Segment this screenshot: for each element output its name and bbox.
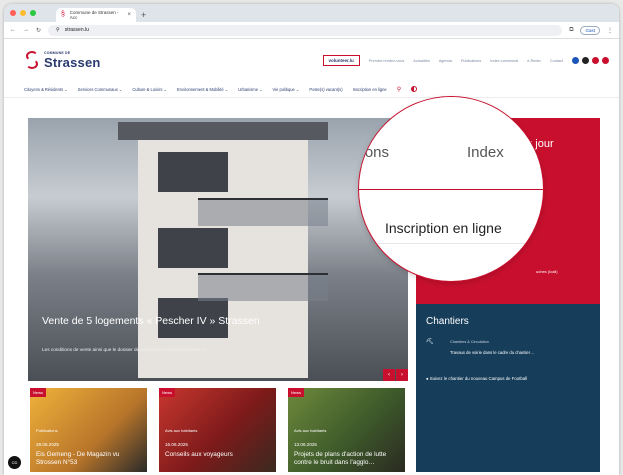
facebook-icon[interactable]: [572, 57, 579, 64]
chantiers-link[interactable]: ● Suivez le chantier du nouveau Campus d…: [426, 376, 527, 381]
window-controls: [10, 10, 36, 16]
news-badge: News: [30, 388, 47, 397]
tab-title: Commune de Strassen - Acc: [69, 10, 119, 20]
nav-item[interactable]: Services Communaux ⌄: [78, 87, 123, 92]
nav-item-inscription[interactable]: Inscription en ligne: [353, 87, 387, 92]
close-window-icon[interactable]: [10, 10, 16, 16]
top-link[interactable]: Index communal: [490, 59, 518, 63]
news-category: Publications: [36, 428, 58, 433]
nav-item[interactable]: Vie politique ⌄: [273, 87, 300, 92]
guest-profile-button[interactable]: Gast: [580, 25, 600, 35]
news-badge: News: [159, 388, 176, 397]
back-icon[interactable]: ←: [10, 27, 16, 33]
top-link[interactable]: Publications: [461, 59, 481, 63]
top-navigation: volunteer.lu Prendre rendez-vous Actuali…: [322, 55, 609, 66]
chantiers-item[interactable]: Travaux de voirie dans le cadre du chant…: [450, 350, 534, 355]
news-date: 16.06.2025: [165, 442, 188, 447]
top-link[interactable]: e-Reder: [527, 59, 541, 63]
construction-icon: ⛏: [426, 339, 434, 345]
main-navigation: Citoyens & Résidents ⌄ Services Communau…: [4, 81, 619, 98]
hero-building-image: [118, 122, 328, 378]
social-links: [572, 57, 609, 64]
news-badge: News: [288, 388, 305, 397]
top-link[interactable]: Prendre rendez-vous: [369, 59, 404, 63]
address-bar-row: ← → ↻ ⚲ strassen.lu ⧉ Gast ⋮: [4, 22, 619, 39]
magnified-index: Index: [467, 144, 504, 161]
news-date: 28.05.2025: [36, 442, 59, 447]
instagram-icon[interactable]: [582, 57, 589, 64]
hero-slider[interactable]: Vente de 5 logements « Pescher IV » Stra…: [28, 118, 408, 381]
browser-tab[interactable]: § Commune de Strassen - Acc ×: [56, 8, 136, 22]
top-link[interactable]: Agenda: [439, 59, 452, 63]
nav-item[interactable]: Poste(s) vacant(s): [309, 87, 342, 92]
reload-icon[interactable]: ↻: [36, 27, 41, 34]
site-info-icon[interactable]: ⚲: [56, 27, 60, 33]
logo-name: Strassen: [44, 54, 101, 70]
cookie-settings-button[interactable]: CD: [8, 456, 21, 469]
magnifier-callout: ations Index Inscription en ligne: [358, 96, 544, 282]
top-link[interactable]: Actualités: [413, 59, 429, 63]
chantiers-link-text: Suivez le chantier du nouveau Campus de …: [429, 376, 528, 381]
close-tab-icon[interactable]: ×: [127, 12, 131, 18]
url-text: strassen.lu: [64, 27, 89, 33]
nav-item[interactable]: Citoyens & Résidents ⌄: [24, 87, 68, 92]
menu-icon[interactable]: ⋮: [607, 27, 613, 34]
next-slide-button[interactable]: ›: [396, 369, 408, 381]
nav-item[interactable]: Environnement & Mobilité ⌄: [177, 87, 228, 92]
hero-subtitle[interactable]: Les conditions de vente ainsi que le dos…: [42, 347, 206, 352]
favicon-icon: §: [61, 11, 65, 18]
volunteer-button[interactable]: volunteer.lu: [322, 55, 360, 66]
translate-icon[interactable]: ⧉: [569, 27, 573, 34]
magnified-inscription-link[interactable]: Inscription en ligne: [385, 220, 502, 236]
chantiers-heading: Chantiers: [426, 316, 469, 327]
strassen-logo-icon: [24, 49, 40, 71]
news-category: Avis aux habitants: [165, 428, 198, 433]
agenda-item[interactable]: uches (Icall): [536, 269, 558, 274]
minimize-window-icon[interactable]: [20, 10, 26, 16]
pinterest-icon[interactable]: [602, 57, 609, 64]
maximize-window-icon[interactable]: [30, 10, 36, 16]
magnified-publications: ations: [358, 144, 390, 161]
site-logo[interactable]: COMMUNE DE Strassen: [24, 49, 101, 71]
news-title[interactable]: Projets de plans d'action de lutte contr…: [294, 451, 398, 467]
prev-slide-button[interactable]: ‹: [383, 369, 395, 381]
search-icon[interactable]: ⚲: [397, 86, 401, 93]
nav-item[interactable]: Culture & Loisirs ⌄: [132, 87, 167, 92]
tab-bar: § Commune de Strassen - Acc × +: [4, 4, 619, 22]
hero-title[interactable]: Vente de 5 logements « Pescher IV » Stra…: [42, 315, 260, 327]
news-card[interactable]: News Avis aux habitants 16.06.2025 Conse…: [159, 388, 276, 472]
new-tab-button[interactable]: +: [141, 8, 146, 22]
news-title[interactable]: Conseils aux voyageurs: [165, 451, 269, 459]
chantiers-panel: Chantiers ⛏ Chantiers & Circulation Trav…: [416, 304, 600, 472]
news-category: Avis aux habitants: [294, 428, 327, 433]
top-link[interactable]: Contact: [550, 59, 563, 63]
youtube-icon[interactable]: [592, 57, 599, 64]
chantiers-category: Chantiers & Circulation: [450, 340, 489, 344]
news-card[interactable]: News Avis aux habitants 13.06.2025 Proje…: [288, 388, 405, 472]
news-card[interactable]: News Publications 28.05.2025 Eis Gemeng …: [30, 388, 147, 472]
site-header: COMMUNE DE Strassen volunteer.lu Prendre…: [4, 39, 619, 81]
slider-arrows: ‹ ›: [383, 369, 408, 381]
news-title[interactable]: Eis Gemeng - De Magazin vu Strossen N°53: [36, 451, 140, 467]
nav-item[interactable]: Urbanisme ⌄: [238, 87, 262, 92]
url-field[interactable]: ⚲ strassen.lu: [48, 24, 563, 36]
forward-icon[interactable]: →: [23, 27, 29, 33]
contrast-toggle-icon[interactable]: [411, 86, 418, 92]
news-date: 13.06.2025: [294, 442, 317, 447]
